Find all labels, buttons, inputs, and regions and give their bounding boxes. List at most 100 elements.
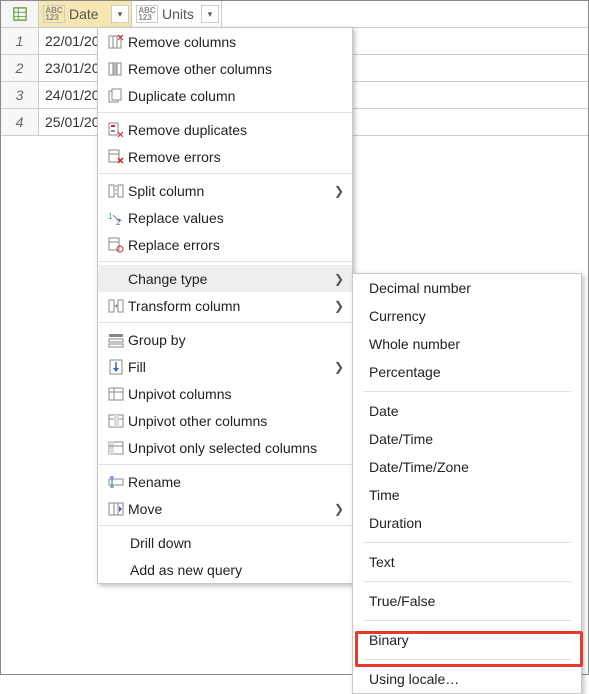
menu-remove-other-columns[interactable]: Remove other columns (98, 55, 352, 82)
svg-text:2: 2 (116, 218, 121, 226)
rename-icon (104, 474, 128, 490)
submenu-arrow-icon: ❯ (334, 299, 344, 313)
menu-label: Remove columns (128, 34, 344, 50)
menu-duplicate-column[interactable]: Duplicate column (98, 82, 352, 109)
table-icon (13, 7, 27, 21)
menu-label: Change type (128, 271, 328, 287)
menu-replace-values[interactable]: 12 Replace values (98, 204, 352, 231)
menu-separator (98, 464, 352, 465)
menu-separator (363, 620, 571, 621)
column-header-date[interactable]: ABC123 Date ▾ (39, 1, 132, 27)
menu-separator (363, 391, 571, 392)
type-binary[interactable]: Binary (353, 626, 581, 654)
menu-label: Fill (128, 359, 328, 375)
type-text[interactable]: Text (353, 548, 581, 576)
row-number: 1 (1, 28, 39, 54)
menu-label: Text (369, 554, 565, 570)
unpivot-selected-icon (104, 440, 128, 456)
unpivot-other-icon (104, 413, 128, 429)
menu-remove-errors[interactable]: Remove errors (98, 143, 352, 170)
menu-label: Currency (369, 308, 565, 324)
type-whole-number[interactable]: Whole number (353, 330, 581, 358)
transform-column-icon (104, 298, 128, 314)
menu-label: Remove other columns (128, 61, 344, 77)
menu-label: Binary (369, 632, 565, 648)
type-decimal-number[interactable]: Decimal number (353, 274, 581, 302)
remove-other-columns-icon (104, 61, 128, 77)
menu-move[interactable]: Move ❯ (98, 495, 352, 522)
menu-separator (98, 173, 352, 174)
menu-replace-errors[interactable]: Replace errors (98, 231, 352, 258)
menu-label: Drill down (130, 535, 344, 551)
menu-label: Time (369, 487, 565, 503)
duplicate-column-icon (104, 88, 128, 104)
submenu-arrow-icon: ❯ (334, 360, 344, 374)
move-icon (104, 501, 128, 517)
menu-transform-column[interactable]: Transform column ❯ (98, 292, 352, 319)
remove-column-icon (104, 34, 128, 50)
menu-remove-duplicates[interactable]: Remove duplicates (98, 116, 352, 143)
submenu-arrow-icon: ❯ (334, 184, 344, 198)
type-duration[interactable]: Duration (353, 509, 581, 537)
type-currency[interactable]: Currency (353, 302, 581, 330)
menu-label: Date/Time (369, 431, 565, 447)
replace-values-icon: 12 (104, 210, 128, 226)
menu-label: Whole number (369, 336, 565, 352)
menu-label: Duplicate column (128, 88, 344, 104)
change-type-submenu: Decimal number Currency Whole number Per… (352, 273, 582, 694)
menu-label: Transform column (128, 298, 328, 314)
menu-label: Remove duplicates (128, 122, 344, 138)
menu-label: Remove errors (128, 149, 344, 165)
menu-remove-columns[interactable]: Remove columns (98, 28, 352, 55)
column-header-units[interactable]: ABC123 Units ▾ (132, 1, 222, 27)
menu-add-as-new-query[interactable]: Add as new query (98, 556, 352, 583)
replace-errors-icon (104, 237, 128, 253)
remove-duplicates-icon (104, 122, 128, 138)
menu-label: Percentage (369, 364, 565, 380)
menu-separator (363, 659, 571, 660)
menu-separator (98, 112, 352, 113)
menu-label: Unpivot only selected columns (128, 440, 344, 456)
menu-separator (98, 525, 352, 526)
menu-label: Group by (128, 332, 344, 348)
menu-change-type[interactable]: Change type ❯ (98, 265, 352, 292)
column-header-row: ABC123 Date ▾ ABC123 Units ▾ (1, 1, 588, 28)
menu-group-by[interactable]: Group by (98, 326, 352, 353)
column-filter-dropdown[interactable]: ▾ (201, 5, 219, 23)
select-all-corner[interactable] (1, 1, 39, 27)
menu-unpivot-other-columns[interactable]: Unpivot other columns (98, 407, 352, 434)
svg-text:1: 1 (108, 212, 113, 221)
menu-label: Add as new query (130, 562, 344, 578)
type-date-time[interactable]: Date/Time (353, 425, 581, 453)
column-context-menu: Remove columns Remove other columns Dupl… (97, 27, 353, 584)
unpivot-icon (104, 386, 128, 402)
type-true-false[interactable]: True/False (353, 587, 581, 615)
menu-label: Unpivot columns (128, 386, 344, 402)
fill-icon (104, 359, 128, 375)
menu-separator (98, 261, 352, 262)
type-date[interactable]: Date (353, 397, 581, 425)
split-column-icon (104, 183, 128, 199)
menu-separator (363, 542, 571, 543)
menu-fill[interactable]: Fill ❯ (98, 353, 352, 380)
menu-label: True/False (369, 593, 565, 609)
type-using-locale[interactable]: Using locale… (353, 665, 581, 693)
menu-label: Date (369, 403, 565, 419)
row-number: 4 (1, 109, 39, 135)
data-type-icon[interactable]: ABC123 (136, 5, 158, 23)
menu-label: Rename (128, 474, 344, 490)
type-percentage[interactable]: Percentage (353, 358, 581, 386)
menu-label: Using locale… (369, 671, 565, 687)
row-number: 2 (1, 55, 39, 81)
menu-split-column[interactable]: Split column ❯ (98, 177, 352, 204)
menu-rename[interactable]: Rename (98, 468, 352, 495)
data-type-icon[interactable]: ABC123 (43, 5, 65, 23)
column-filter-dropdown[interactable]: ▾ (111, 5, 129, 23)
menu-separator (98, 322, 352, 323)
type-time[interactable]: Time (353, 481, 581, 509)
menu-unpivot-selected-columns[interactable]: Unpivot only selected columns (98, 434, 352, 461)
menu-drill-down[interactable]: Drill down (98, 529, 352, 556)
menu-label: Duration (369, 515, 565, 531)
menu-unpivot-columns[interactable]: Unpivot columns (98, 380, 352, 407)
type-date-time-zone[interactable]: Date/Time/Zone (353, 453, 581, 481)
